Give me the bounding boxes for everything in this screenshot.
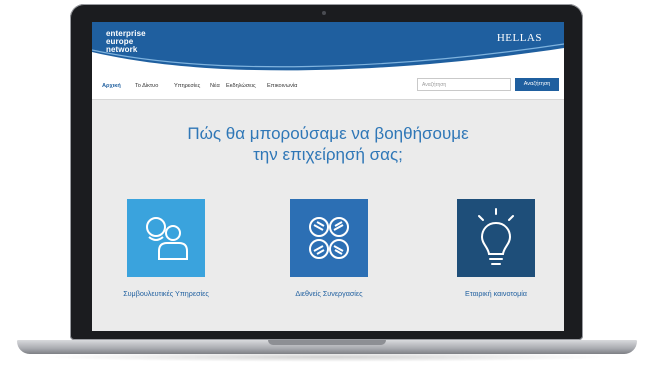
logo-line: network: [106, 45, 138, 54]
service-label-consulting[interactable]: Συμβουλευτικές Υπηρεσίες: [92, 289, 246, 298]
service-label-cooperation[interactable]: Διεθνείς Συνεργασίες: [249, 289, 409, 298]
nav-item-contact[interactable]: Επικοινωνία: [267, 83, 297, 89]
nav-item-network[interactable]: Το Δίκτυο: [135, 83, 158, 89]
nav-item-events[interactable]: Εκδηλώσεις: [226, 83, 256, 89]
international-cooperation-tile[interactable]: [290, 199, 368, 277]
nav-item-home[interactable]: Αρχική: [102, 83, 121, 89]
laptop-screen: enterprise europe network HELLAS Αρχική …: [92, 22, 564, 331]
corporate-innovation-tile[interactable]: [457, 199, 535, 277]
site-header: enterprise europe network HELLAS: [92, 22, 564, 74]
lightbulb-icon: [457, 199, 535, 277]
headline-line: την επιχείρησή σας;: [253, 145, 403, 164]
handshake-icon: [290, 199, 368, 277]
een-logo[interactable]: enterprise europe network: [106, 30, 146, 54]
main-navigation: Αρχική Το Δίκτυο Υπηρεσίες Νέα Εκδηλώσει…: [92, 74, 564, 100]
headline-line: Πώς θα μπορούσαμε να βοηθήσουμε: [187, 124, 469, 143]
nav-item-services[interactable]: Υπηρεσίες: [174, 83, 200, 89]
region-label: HELLAS: [496, 32, 542, 44]
consulting-services-tile[interactable]: [127, 199, 205, 277]
search-input[interactable]: Αναζήτηση: [417, 78, 511, 91]
consulting-people-icon: [127, 199, 205, 277]
header-wave-graphic: [92, 43, 564, 74]
laptop-notch: [268, 340, 386, 345]
search-button[interactable]: Αναζήτηση: [515, 78, 559, 91]
service-label-innovation[interactable]: Εταιρική καινοτομία: [416, 289, 564, 298]
page-headline: Πώς θα μπορούσαμε να βοηθήσουμε την επιχ…: [92, 123, 564, 165]
webcam-icon: [322, 11, 326, 15]
nav-item-news[interactable]: Νέα: [210, 83, 220, 89]
